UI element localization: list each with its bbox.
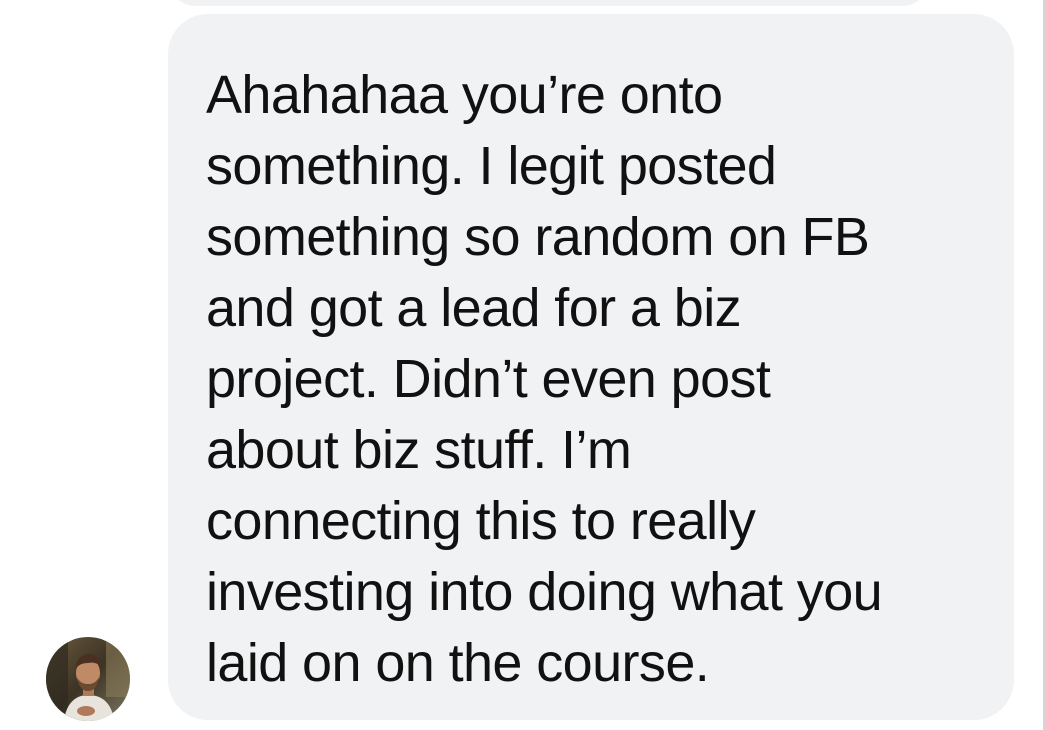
user-photo-avatar-icon (46, 637, 130, 721)
chat-view: Ahahahaa you’re onto something. I legit … (0, 0, 1045, 730)
previous-message-bubble[interactable] (168, 0, 930, 6)
incoming-message-bubble[interactable]: Ahahahaa you’re onto something. I legit … (168, 14, 1014, 720)
message-text: Ahahahaa you’re onto something. I legit … (206, 65, 883, 693)
sender-avatar[interactable] (46, 637, 130, 721)
